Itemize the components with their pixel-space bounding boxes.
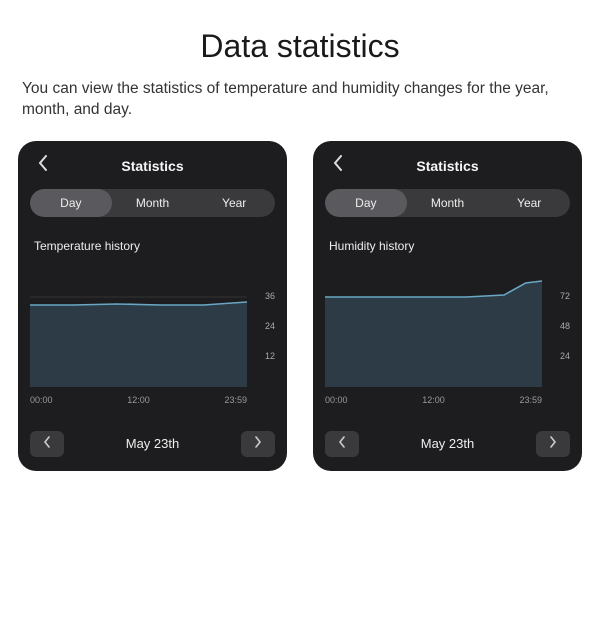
date-prev-button[interactable] bbox=[325, 431, 359, 457]
x-tick: 00:00 bbox=[30, 395, 53, 405]
date-label: May 23th bbox=[126, 436, 179, 451]
phone-screen-temperature: Statistics Day Month Year Temperature hi… bbox=[18, 141, 287, 471]
x-tick: 23:59 bbox=[519, 395, 542, 405]
x-tick: 23:59 bbox=[224, 395, 247, 405]
date-prev-button[interactable] bbox=[30, 431, 64, 457]
chevron-left-icon bbox=[38, 155, 48, 176]
chart-title: Temperature history bbox=[30, 239, 275, 253]
y-tick: 72 bbox=[560, 291, 570, 301]
chart-area: 72 48 24 bbox=[325, 267, 570, 387]
chart-area: 36 24 12 bbox=[30, 267, 275, 387]
chevron-right-icon bbox=[254, 435, 262, 453]
y-tick: 24 bbox=[265, 321, 275, 331]
date-label: May 23th bbox=[421, 436, 474, 451]
time-range-segmented: Day Month Year bbox=[30, 189, 275, 217]
y-tick: 48 bbox=[560, 321, 570, 331]
x-axis: 00:00 12:00 23:59 bbox=[325, 395, 570, 405]
segment-day[interactable]: Day bbox=[30, 189, 112, 217]
date-picker: May 23th bbox=[325, 417, 570, 457]
chevron-left-icon bbox=[43, 435, 51, 453]
segment-year[interactable]: Year bbox=[488, 189, 570, 217]
app-header: Statistics bbox=[325, 153, 570, 179]
x-axis: 00:00 12:00 23:59 bbox=[30, 395, 275, 405]
segment-month[interactable]: Month bbox=[112, 189, 194, 217]
chart-plot bbox=[325, 267, 542, 387]
y-tick: 36 bbox=[265, 291, 275, 301]
chart-plot bbox=[30, 267, 247, 387]
screen-title: Statistics bbox=[121, 158, 183, 174]
page-subtitle: You can view the statistics of temperatu… bbox=[0, 79, 600, 141]
chevron-left-icon bbox=[338, 435, 346, 453]
x-tick: 12:00 bbox=[422, 395, 445, 405]
date-next-button[interactable] bbox=[536, 431, 570, 457]
date-picker: May 23th bbox=[30, 417, 275, 457]
y-tick: 12 bbox=[265, 351, 275, 361]
chevron-left-icon bbox=[333, 155, 343, 176]
screenshots-row: Statistics Day Month Year Temperature hi… bbox=[0, 141, 600, 471]
phone-screen-humidity: Statistics Day Month Year Humidity histo… bbox=[313, 141, 582, 471]
segment-month[interactable]: Month bbox=[407, 189, 489, 217]
page-title: Data statistics bbox=[0, 28, 600, 65]
date-next-button[interactable] bbox=[241, 431, 275, 457]
back-button[interactable] bbox=[327, 155, 349, 177]
segment-day[interactable]: Day bbox=[325, 189, 407, 217]
chevron-right-icon bbox=[549, 435, 557, 453]
screen-title: Statistics bbox=[416, 158, 478, 174]
x-tick: 00:00 bbox=[325, 395, 348, 405]
app-header: Statistics bbox=[30, 153, 275, 179]
segment-year[interactable]: Year bbox=[193, 189, 275, 217]
chart-title: Humidity history bbox=[325, 239, 570, 253]
y-tick: 24 bbox=[560, 351, 570, 361]
back-button[interactable] bbox=[32, 155, 54, 177]
time-range-segmented: Day Month Year bbox=[325, 189, 570, 217]
x-tick: 12:00 bbox=[127, 395, 150, 405]
